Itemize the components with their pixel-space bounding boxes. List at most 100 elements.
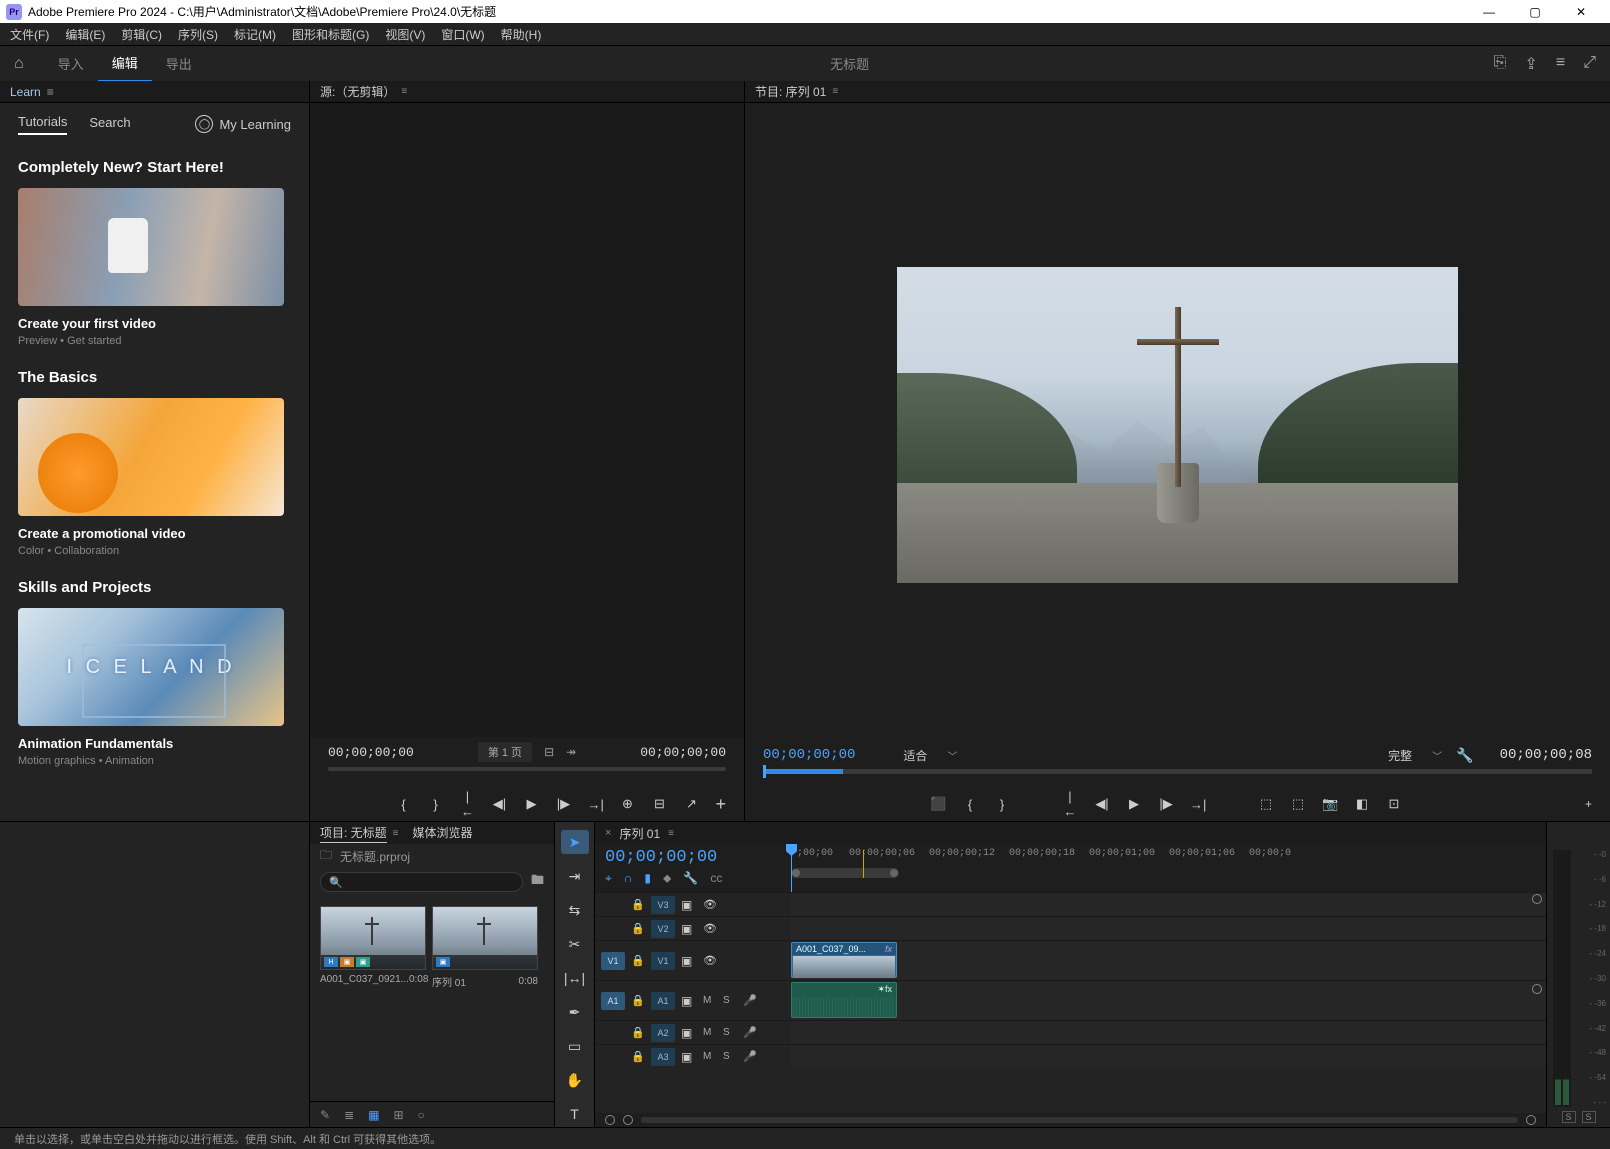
track-header-a1[interactable]: A1 🔒 A1 ▣ M S 🎤 (595, 980, 791, 1020)
track-height-knob[interactable] (1532, 894, 1542, 904)
tutorial-card[interactable]: Create your first video Preview • Get st… (18, 188, 291, 347)
safe-margins-icon[interactable]: ⊡ (1386, 796, 1402, 812)
track-header-v3[interactable]: 🔒 V3 ▣ 👁 (595, 892, 791, 916)
add-marker-icon[interactable]: ⬛ (930, 796, 946, 812)
razor-tool[interactable]: ✂ (561, 932, 589, 956)
mute-button[interactable]: M (703, 1027, 717, 1038)
menu-graphics[interactable]: 图形和标题(G) (292, 26, 369, 43)
page-indicator[interactable]: 第 1 页 (478, 742, 532, 762)
go-to-in-icon[interactable]: |← (459, 789, 475, 819)
selection-tool[interactable]: ➤ (561, 830, 589, 854)
slip-tool[interactable]: |↔| (561, 966, 589, 990)
workspace-tab-edit[interactable]: 编辑 (98, 46, 152, 82)
lock-icon[interactable]: 🔒 (631, 994, 645, 1007)
mark-out-icon[interactable]: } (427, 797, 443, 812)
snap-icon[interactable]: ⌖ (605, 871, 612, 886)
panel-menu-icon[interactable]: ≡ (668, 828, 674, 839)
mute-button[interactable]: M (703, 1051, 717, 1062)
ripple-edit-tool[interactable]: ⇆ (561, 898, 589, 922)
go-to-in-icon[interactable]: |← (1062, 789, 1078, 819)
fullscreen-icon[interactable]: ⤢ (1583, 54, 1596, 74)
project-item[interactable]: ▣ 序列 01 0:08 (432, 906, 538, 1091)
sync-lock-icon[interactable]: 👁 (703, 898, 719, 911)
mark-in-icon[interactable]: { (962, 797, 978, 812)
program-monitor-view[interactable] (745, 103, 1610, 741)
program-timecode[interactable]: 00;00;00;00 (763, 747, 855, 763)
menu-edit[interactable]: 编辑(E) (65, 26, 105, 43)
go-to-out-icon[interactable]: →| (1190, 797, 1206, 812)
minimize-button[interactable]: — (1466, 0, 1512, 23)
new-bin-icon[interactable]: 🖿 (531, 871, 544, 893)
scroll-handle[interactable] (1526, 1115, 1536, 1125)
close-icon[interactable]: × (605, 827, 611, 839)
zoom-fit-dropdown[interactable]: 适合 ﹀ (903, 747, 957, 764)
lock-icon[interactable]: 🔒 (631, 1050, 645, 1063)
workspace-tab-export[interactable]: 导出 (152, 46, 206, 82)
solo-button[interactable]: S (723, 1027, 737, 1038)
workspace-menu-icon[interactable]: ≡ (1556, 54, 1565, 74)
extract-icon[interactable]: ⬚ (1290, 796, 1306, 812)
lock-icon[interactable]: 🔒 (631, 954, 645, 967)
timeline-ruler[interactable]: ;00;00 00;00;00;06 00;00;00;12 00;00;00;… (791, 844, 1546, 892)
play-icon[interactable]: ▶ (523, 796, 539, 812)
learn-panel-header[interactable]: Learn ≡ (0, 81, 309, 103)
track-target[interactable]: A2 (651, 1024, 675, 1042)
toggle-output-icon[interactable]: ▣ (681, 898, 697, 912)
menu-marker[interactable]: 标记(M) (234, 26, 276, 43)
zoom-slider[interactable]: ○ (418, 1108, 425, 1122)
menu-window[interactable]: 窗口(W) (441, 26, 484, 43)
track-select-tool[interactable]: ⇥ (561, 864, 589, 888)
track-target[interactable]: A1 (651, 992, 675, 1010)
menu-clip[interactable]: 剪辑(C) (121, 26, 162, 43)
voice-over-icon[interactable]: 🎤 (743, 1050, 757, 1063)
my-learning-button[interactable]: ◯ My Learning (195, 115, 291, 133)
play-icon[interactable]: ▶ (1126, 796, 1142, 812)
source-timecode-out[interactable]: 00;00;00;00 (640, 745, 726, 760)
captions-icon[interactable]: cc (710, 871, 722, 886)
tutorial-card[interactable]: Create a promotional video Color • Colla… (18, 398, 291, 557)
solo-right[interactable]: S (1582, 1111, 1596, 1123)
panel-menu-icon[interactable]: ≡ (832, 86, 838, 97)
track-header-a2[interactable]: 🔒 A2 ▣ M S 🎤 (595, 1020, 791, 1044)
list-view-icon[interactable]: ≣ (344, 1108, 354, 1122)
tab-project[interactable]: 项目: 无标题 (320, 824, 387, 843)
go-to-out-icon[interactable]: →| (587, 797, 603, 812)
panel-menu-icon[interactable]: ≡ (47, 85, 54, 99)
zoom-out-handle[interactable] (605, 1115, 615, 1125)
panel-menu-icon[interactable]: ≡ (393, 828, 399, 839)
filter-icon[interactable]: ✎ (320, 1108, 330, 1122)
program-duration[interactable]: 00;00;00;08 (1500, 747, 1592, 763)
toggle-output-icon[interactable]: ▣ (681, 922, 697, 936)
mark-in-icon[interactable]: { (395, 797, 411, 812)
linked-selection-icon[interactable]: ∩ (624, 871, 633, 886)
workspace-tab-import[interactable]: 导入 (44, 46, 98, 82)
add-marker-icon[interactable]: ▮ (644, 871, 651, 886)
quality-dropdown[interactable]: 完整 ﹀ (1388, 747, 1442, 764)
rectangle-tool[interactable]: ▭ (561, 1034, 589, 1058)
sync-lock-icon[interactable]: 👁 (703, 954, 719, 967)
menu-view[interactable]: 视图(V) (385, 26, 425, 43)
hand-tool[interactable]: ✋ (561, 1068, 589, 1092)
solo-button[interactable]: S (723, 1051, 737, 1062)
toggle-output-icon[interactable]: ▣ (681, 954, 697, 968)
button-editor-icon[interactable]: + (1585, 797, 1592, 811)
menu-file[interactable]: 文件(F) (10, 26, 49, 43)
step-fwd-icon[interactable]: |▶ (1158, 796, 1174, 812)
tab-media-browser[interactable]: 媒体浏览器 (413, 824, 473, 843)
source-timecode-in[interactable]: 00;00;00;00 (328, 745, 414, 760)
sync-lock-icon[interactable]: 👁 (703, 922, 719, 935)
solo-button[interactable]: S (723, 995, 737, 1006)
track-target[interactable]: A3 (651, 1048, 675, 1066)
timeline-zoom-bar[interactable] (791, 868, 899, 878)
solo-left[interactable]: S (1562, 1111, 1576, 1123)
program-tab[interactable]: 节目: 序列 01 ≡ (755, 83, 838, 100)
track-header-a3[interactable]: 🔒 A3 ▣ M S 🎤 (595, 1044, 791, 1068)
export-frame-icon[interactable]: 📷 (1322, 796, 1338, 812)
track-height-knob[interactable] (1532, 984, 1542, 994)
work-area-marker[interactable] (863, 850, 864, 878)
voice-over-icon[interactable]: 🎤 (743, 994, 757, 1007)
lock-icon[interactable]: 🔒 (631, 922, 645, 935)
timeline-settings-icon[interactable]: ⬥ (663, 871, 671, 886)
track-header-v2[interactable]: 🔒 V2 ▣ 👁 (595, 916, 791, 940)
track-target[interactable]: V2 (651, 920, 675, 938)
